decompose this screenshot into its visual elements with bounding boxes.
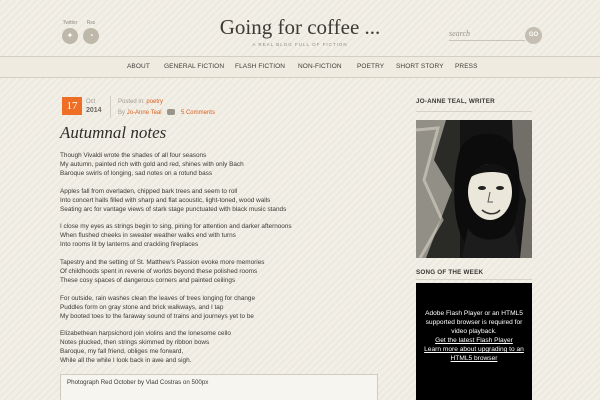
video-player-placeholder: Adobe Flash Player or an HTML5 supported… (416, 283, 532, 400)
photo-caption: Photograph Red October by Vlad Costras o… (67, 379, 209, 386)
comment-bubble-icon (167, 109, 176, 115)
post-date-day: 17 (62, 97, 82, 115)
main-nav: ABOUT GENERAL FICTION FLASH FICTION NON-… (0, 56, 600, 78)
search-input[interactable]: search (449, 28, 525, 41)
stanza: Tapestry and the setting of St. Matthew’… (60, 258, 380, 285)
poem-line: Seating arc for vantage views of stark s… (60, 205, 287, 213)
poem-line: When flushed cheeks in sweater weather w… (60, 232, 236, 240)
stanza: For outside, rain washes clean the leave… (60, 294, 380, 321)
html5-upgrade-link[interactable]: HTML5 browser (416, 354, 532, 363)
search-go-button[interactable]: GO (525, 27, 542, 44)
nav-short-story[interactable]: SHORT STORY (396, 63, 444, 70)
poem-line: For outside, rain washes clean the leave… (60, 294, 256, 302)
poem-line: Notes plucked, then strings skimmed by r… (60, 339, 210, 347)
poem-line: Apples fall from overladen, chipped bark… (60, 187, 238, 195)
posted-in-label: Posted in: (118, 99, 145, 105)
post-title[interactable]: Autumnal notes (60, 123, 166, 143)
stanza: I close my eyes as strings begin to sing… (60, 222, 380, 249)
site-header: Twitter ✦ Rss ◔ Going for coffee ... A R… (0, 0, 600, 55)
comments-link[interactable]: 5 Comments (181, 110, 215, 116)
poem-line: Into rooms lit by lanterns and crackling… (60, 241, 199, 249)
poem-line: Into concert halls filled with sharp and… (60, 196, 271, 204)
stanza: Elizabethean harpsichord join violins an… (60, 329, 380, 365)
site-tagline: A REAL BLOG FULL OF FICTION (252, 42, 348, 47)
widget-divider (416, 111, 532, 112)
poem-line: My autumn, painted rich with gold and re… (60, 161, 244, 168)
post-body: Though Vivaldi wrote the shades of all f… (60, 151, 380, 374)
stanza: Apples fall from overladen, chipped bark… (60, 187, 380, 214)
meta-divider (110, 96, 111, 118)
nav-flash-fiction[interactable]: FLASH FICTION (235, 63, 285, 70)
poem-line: Of childhoods spent in reverie of worlds… (60, 268, 258, 276)
poem-line: Though Vivaldi wrote the shades of all f… (60, 152, 207, 159)
nav-about[interactable]: ABOUT (127, 63, 150, 70)
nav-poetry[interactable]: POETRY (357, 63, 384, 70)
author-link[interactable]: Jo-Anne Teal (127, 110, 162, 116)
category-link[interactable]: poetry (146, 99, 163, 105)
flash-notice-line: supported browser is required for (425, 319, 523, 326)
poem-line: Baroque swirls of longing, sad notes on … (60, 170, 213, 177)
author-widget-title: JO-ANNE TEAL, WRITER (416, 98, 495, 105)
post-author-line: By Jo-Anne Teal 5 Comments (118, 109, 215, 116)
author-photo (416, 120, 532, 258)
post-date-month: Oct (86, 99, 96, 105)
poem-line: Puddles form on gray stone and brick wal… (60, 303, 224, 311)
post-category-line: Posted in: poetry (118, 99, 163, 105)
poem-line: Baroque, my fall friend, obliges me forw… (60, 348, 184, 356)
nav-non-fiction[interactable]: NON-FICTION (298, 63, 342, 70)
flash-notice-line: video playback. (451, 328, 497, 335)
nav-press[interactable]: PRESS (455, 63, 478, 70)
by-label: By (118, 110, 126, 116)
photo-caption-box: Photograph Red October by Vlad Costras o… (60, 374, 378, 400)
poem-line: Elizabethean harpsichord join violins an… (60, 330, 231, 338)
flash-notice-line: Adobe Flash Player or an HTML5 (425, 310, 523, 317)
poem-line: While all the while I look back in awe a… (60, 357, 192, 365)
poem-line: My booted toes to the faraway sound of t… (60, 312, 254, 320)
stanza: Though Vivaldi wrote the shades of all f… (60, 151, 380, 178)
widget-divider (416, 279, 532, 280)
get-flash-link[interactable]: Get the latest Flash Player (416, 336, 532, 345)
post-date-year: 2014 (86, 107, 102, 114)
poem-line: These cosy spaces of dangerous corners a… (60, 277, 236, 285)
song-widget-title: SONG OF THE WEEK (416, 269, 484, 276)
poem-line: I close my eyes as strings begin to sing… (60, 223, 292, 231)
author-portrait-image (416, 120, 532, 258)
nav-general-fiction[interactable]: GENERAL FICTION (164, 63, 224, 70)
poem-line: Tapestry and the setting of St. Matthew’… (60, 259, 265, 267)
html5-upgrade-link[interactable]: Learn more about upgrading to an (416, 345, 532, 354)
